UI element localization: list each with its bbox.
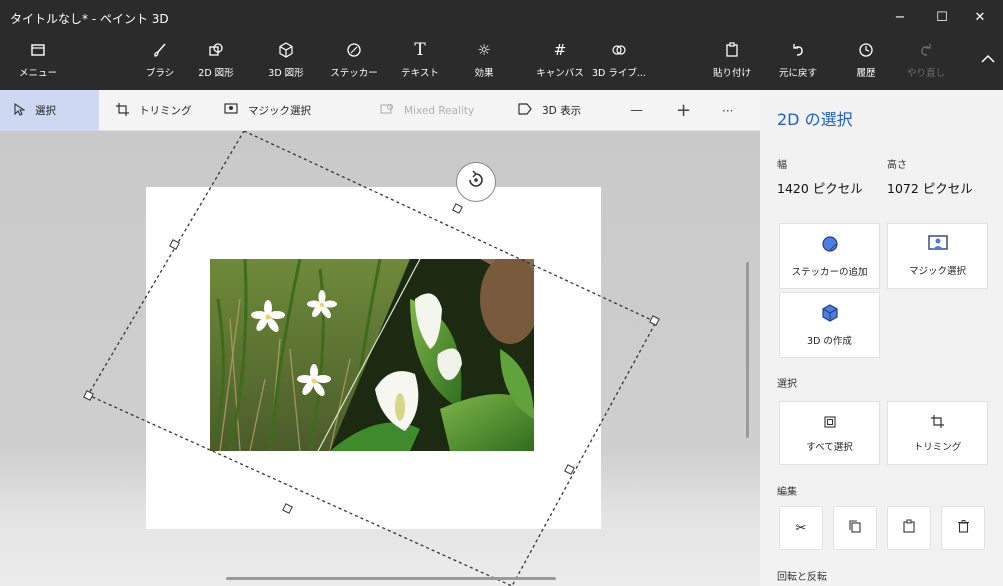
horizontal-scrollbar[interactable]: [226, 577, 556, 580]
select-all-button[interactable]: すべて選択: [779, 401, 880, 465]
history-icon: [856, 40, 876, 60]
canvas-icon: #: [553, 40, 567, 59]
edit-section-label: 編集: [777, 487, 797, 498]
selection-toolbar: 選択 トリミング マジック選択 Mixed Reality 3D 表示 — + …: [0, 90, 760, 131]
paste-button-panel[interactable]: [887, 506, 931, 550]
properties-panel: 2D の選択 幅 高さ 1420 ピクセル 1072 ピクセル ステッカーの追加…: [760, 90, 1003, 586]
height-label: 高さ: [887, 160, 907, 171]
brush-tool[interactable]: ブラシ: [140, 40, 180, 84]
paste-icon: [903, 519, 915, 537]
history-button[interactable]: 履歴: [846, 40, 886, 84]
3d-view-button[interactable]: 3D 表示: [518, 90, 581, 131]
effects-icon: ☼: [477, 40, 491, 59]
magic-select-icon: [224, 103, 238, 118]
magic-select-icon: [927, 235, 948, 256]
cut-button[interactable]: ✂: [779, 506, 823, 550]
sticker-icon: [344, 40, 364, 60]
undo-icon: [788, 40, 808, 60]
redo-icon: [916, 40, 936, 60]
height-value[interactable]: 1072 ピクセル: [887, 178, 973, 197]
copy-button[interactable]: [833, 506, 877, 550]
magic-select-button[interactable]: マジック選択: [887, 223, 988, 289]
crop-icon: [116, 102, 129, 119]
mixed-reality-icon: [380, 103, 394, 118]
rotate-handle[interactable]: [456, 162, 496, 202]
scissors-icon: ✂: [795, 520, 807, 536]
select-all-icon: [823, 413, 836, 432]
delete-button[interactable]: [941, 506, 985, 550]
magic-select-tool-button[interactable]: マジック選択: [224, 90, 311, 131]
panel-title: 2D の選択: [777, 110, 853, 129]
rotate-section-label: 回転と反転: [777, 572, 827, 583]
text-icon: T: [414, 39, 426, 60]
vertical-scrollbar[interactable]: [746, 262, 749, 438]
main-toolbar: メニュー ブラシ 2D 図形 3D 図形 ステッカー T テキスト ☼ 効果 #…: [0, 34, 1003, 90]
make-3d-button[interactable]: 3D の作成: [779, 292, 880, 358]
select-section-label: 選択: [777, 379, 797, 390]
3d-shapes-icon: [276, 40, 296, 60]
2d-shapes-icon: [206, 40, 226, 60]
width-label: 幅: [777, 160, 787, 171]
close-button[interactable]: ✕: [962, 0, 998, 34]
zoom-in-button[interactable]: +: [676, 90, 691, 131]
maximize-button[interactable]: ☐: [924, 0, 960, 34]
redo-button[interactable]: やり直し: [904, 40, 948, 84]
undo-button[interactable]: 元に戻す: [776, 40, 820, 84]
crop-tool-button[interactable]: トリミング: [116, 90, 192, 131]
canvas-tool[interactable]: # キャンバス: [536, 40, 584, 84]
paste-button[interactable]: 貼り付け: [710, 40, 754, 84]
minimize-button[interactable]: −: [882, 0, 918, 34]
trash-icon: [957, 519, 969, 537]
sticker-icon: [821, 235, 839, 257]
cursor-icon: [14, 102, 26, 119]
crop-button[interactable]: トリミング: [887, 401, 988, 465]
paste-icon: [722, 40, 742, 60]
select-tool-button[interactable]: 選択: [0, 90, 99, 131]
3d-view-icon: [518, 103, 532, 118]
rotate-icon: [465, 169, 487, 195]
zoom-out-button[interactable]: —: [630, 90, 643, 131]
2d-shapes-tool[interactable]: 2D 図形: [196, 40, 236, 84]
mixed-reality-button[interactable]: Mixed Reality: [380, 90, 474, 131]
menu-button[interactable]: メニュー: [19, 40, 57, 84]
3d-library-tool[interactable]: 3D ライブ...: [590, 40, 648, 84]
more-options-button[interactable]: ···: [722, 90, 733, 131]
selection-frame[interactable]: [0, 131, 760, 586]
paint3d-window: タイトルなし* - ペイント 3D − ☐ ✕ メニュー ブラシ 2D 図形 3…: [0, 0, 1003, 586]
window-title: タイトルなし* - ペイント 3D: [10, 12, 169, 26]
collapse-toolbar-chevron-icon[interactable]: [981, 52, 995, 68]
brush-icon: [150, 40, 170, 60]
effects-tool[interactable]: ☼ 効果: [464, 40, 504, 84]
copy-icon: [849, 519, 861, 537]
add-sticker-button[interactable]: ステッカーの追加: [779, 223, 880, 289]
3d-shapes-tool[interactable]: 3D 図形: [264, 40, 308, 84]
canvas-area[interactable]: [0, 131, 760, 586]
width-value[interactable]: 1420 ピクセル: [777, 178, 863, 197]
cube-icon: [821, 303, 839, 326]
crop-icon: [931, 413, 944, 432]
3d-library-icon: [609, 40, 629, 60]
folder-icon: [28, 40, 48, 60]
title-bar: タイトルなし* - ペイント 3D − ☐ ✕: [0, 0, 1003, 34]
sticker-tool[interactable]: ステッカー: [330, 40, 378, 84]
text-tool[interactable]: T テキスト: [400, 40, 440, 84]
